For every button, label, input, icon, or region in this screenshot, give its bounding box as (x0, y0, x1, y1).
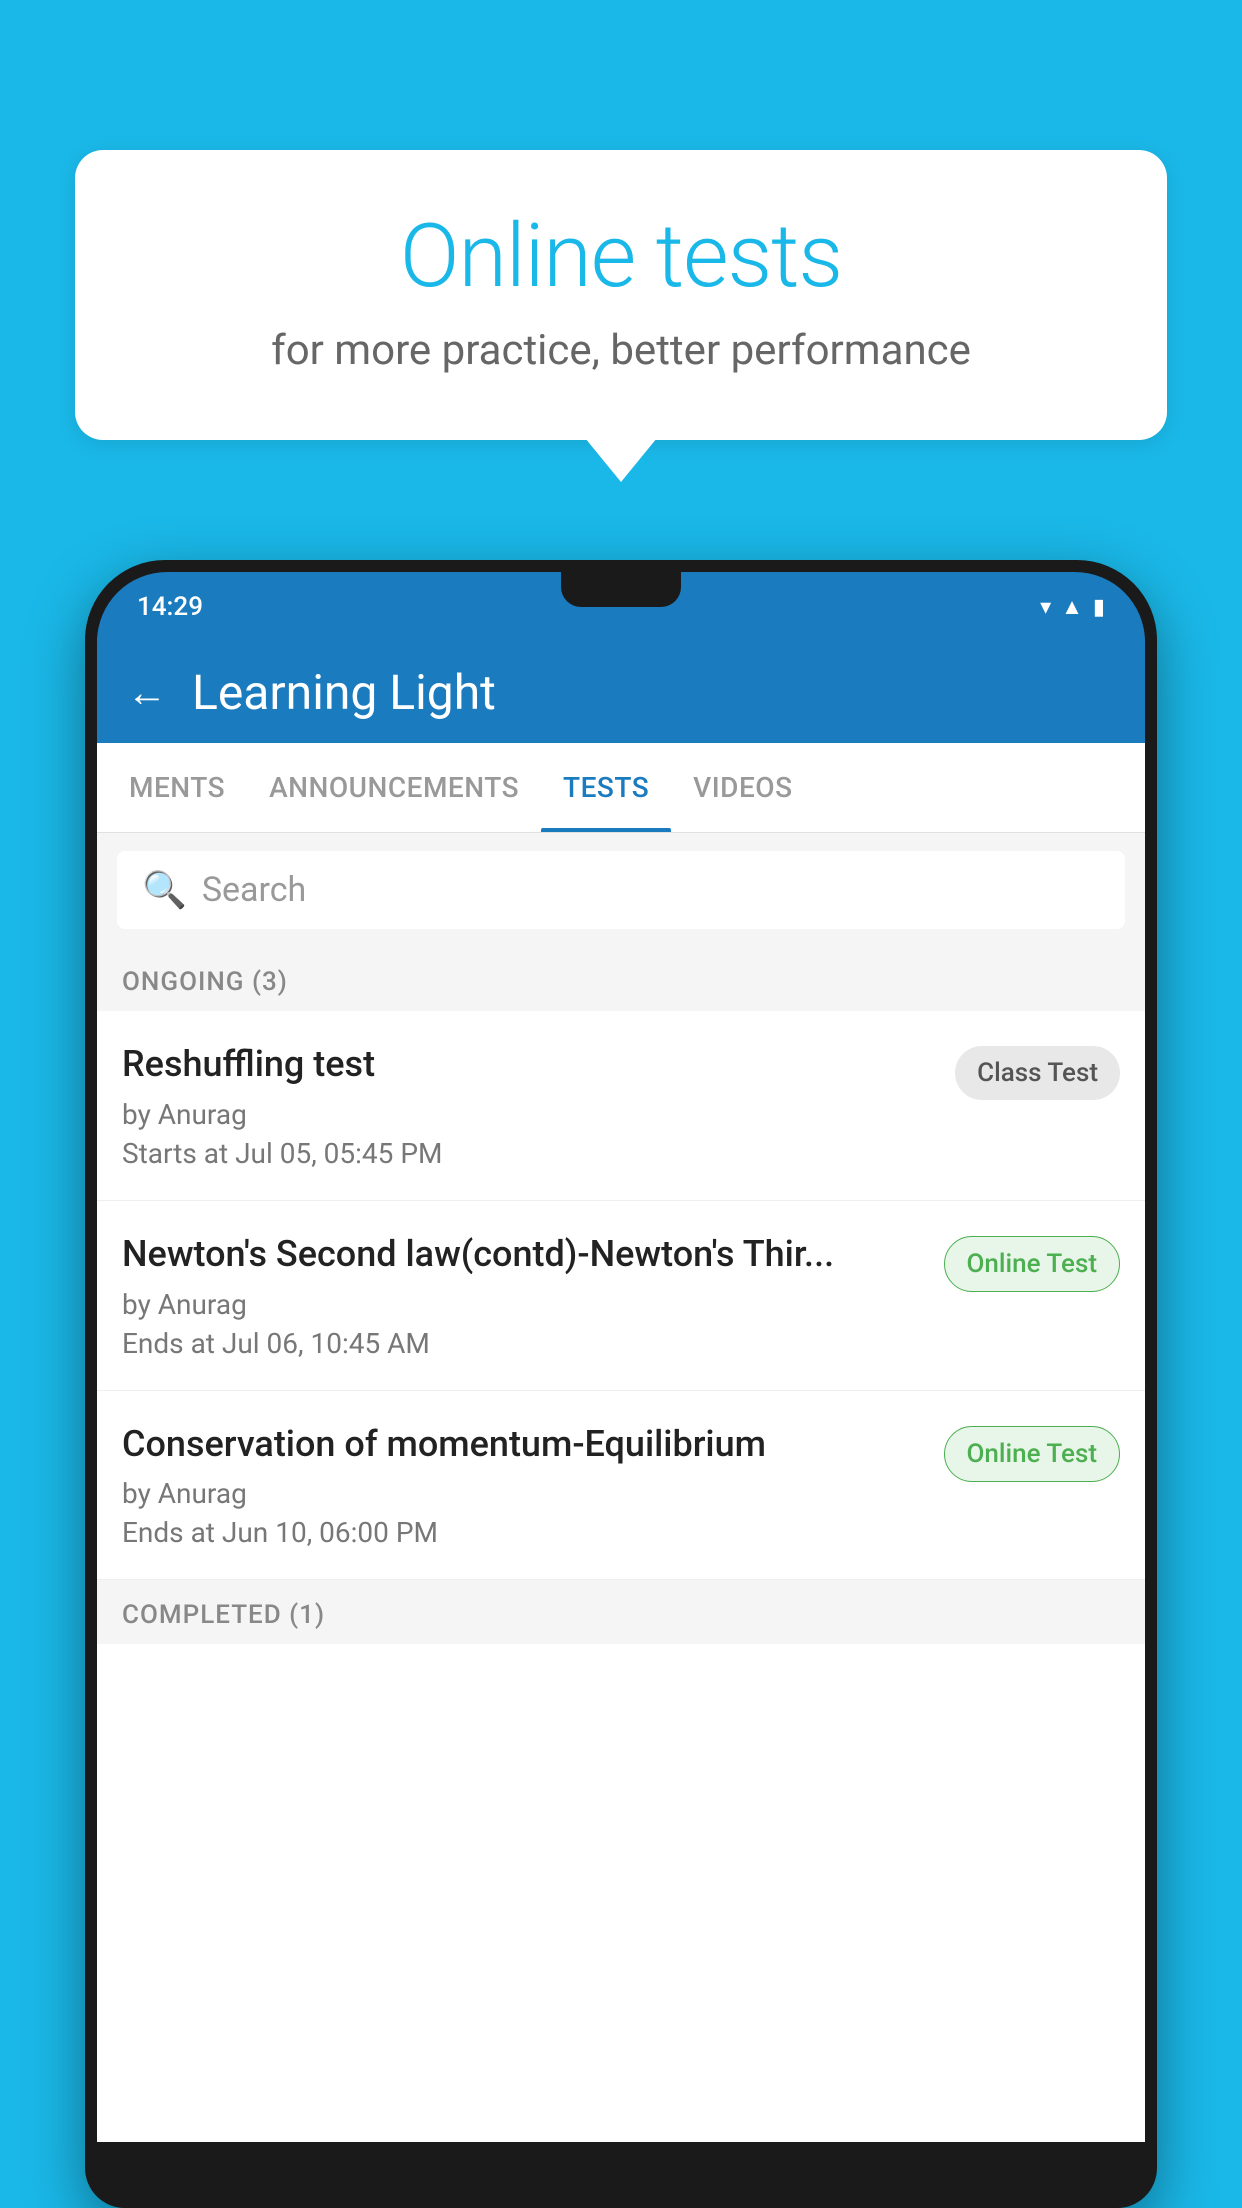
back-button[interactable]: ← (127, 669, 167, 716)
test-item-reshuffling[interactable]: Reshuffling test by Anurag Starts at Jul… (97, 1011, 1145, 1201)
test-time-newton: Ends at Jul 06, 10:45 AM (122, 1327, 924, 1360)
status-icons: ▾ ▲ ▮ (1040, 594, 1105, 620)
search-placeholder: Search (202, 870, 306, 910)
test-name-reshuffling: Reshuffling test (122, 1041, 935, 1088)
test-info-newton: Newton's Second law(contd)-Newton's Thir… (122, 1231, 944, 1360)
search-field[interactable]: 🔍 Search (117, 851, 1125, 929)
tabs-bar: MENTS ANNOUNCEMENTS TESTS VIDEOS (97, 743, 1145, 833)
test-item-conservation[interactable]: Conservation of momentum-Equilibrium by … (97, 1391, 1145, 1581)
bubble-subtitle: for more practice, better performance (135, 326, 1107, 375)
signal-icon: ▲ (1061, 594, 1083, 620)
status-time: 14:29 (137, 592, 203, 622)
search-bar-container: 🔍 Search (97, 833, 1145, 947)
test-name-conservation: Conservation of momentum-Equilibrium (122, 1421, 924, 1468)
test-name-newton: Newton's Second law(contd)-Newton's Thir… (122, 1231, 924, 1278)
test-time-conservation: Ends at Jun 10, 06:00 PM (122, 1516, 924, 1549)
app-title: Learning Light (192, 664, 496, 721)
tab-announcements[interactable]: ANNOUNCEMENTS (247, 743, 541, 832)
search-icon: 🔍 (142, 869, 187, 911)
test-info-conservation: Conservation of momentum-Equilibrium by … (122, 1421, 944, 1550)
speech-bubble: Online tests for more practice, better p… (75, 150, 1167, 440)
tab-tests[interactable]: TESTS (541, 743, 671, 832)
app-header: ← Learning Light (97, 642, 1145, 743)
tab-ments[interactable]: MENTS (107, 743, 247, 832)
badge-online-test-newton: Online Test (944, 1236, 1121, 1292)
status-bar: 14:29 ▾ ▲ ▮ (97, 572, 1145, 642)
bubble-title: Online tests (135, 205, 1107, 308)
badge-online-test-conservation: Online Test (944, 1426, 1121, 1482)
test-info-reshuffling: Reshuffling test by Anurag Starts at Jul… (122, 1041, 955, 1170)
test-by-newton: by Anurag (122, 1288, 924, 1321)
test-time-reshuffling: Starts at Jul 05, 05:45 PM (122, 1137, 935, 1170)
completed-section-header: COMPLETED (1) (97, 1580, 1145, 1644)
phone-frame: 14:29 ▾ ▲ ▮ ← Learning Light MENTS ANNOU… (85, 560, 1157, 2208)
completed-section-title: COMPLETED (1) (122, 1600, 325, 1630)
phone-bottom (97, 2142, 1145, 2192)
wifi-icon: ▾ (1040, 595, 1051, 620)
ongoing-section-title: ONGOING (3) (122, 967, 288, 997)
test-by-conservation: by Anurag (122, 1477, 924, 1510)
test-item-newton[interactable]: Newton's Second law(contd)-Newton's Thir… (97, 1201, 1145, 1391)
badge-class-test: Class Test (955, 1046, 1120, 1100)
tab-videos[interactable]: VIDEOS (671, 743, 814, 832)
battery-icon: ▮ (1093, 595, 1105, 620)
ongoing-section-header: ONGOING (3) (97, 947, 1145, 1011)
phone-notch (561, 572, 681, 607)
phone-screen: ← Learning Light MENTS ANNOUNCEMENTS TES… (97, 642, 1145, 2142)
test-by-reshuffling: by Anurag (122, 1098, 935, 1131)
